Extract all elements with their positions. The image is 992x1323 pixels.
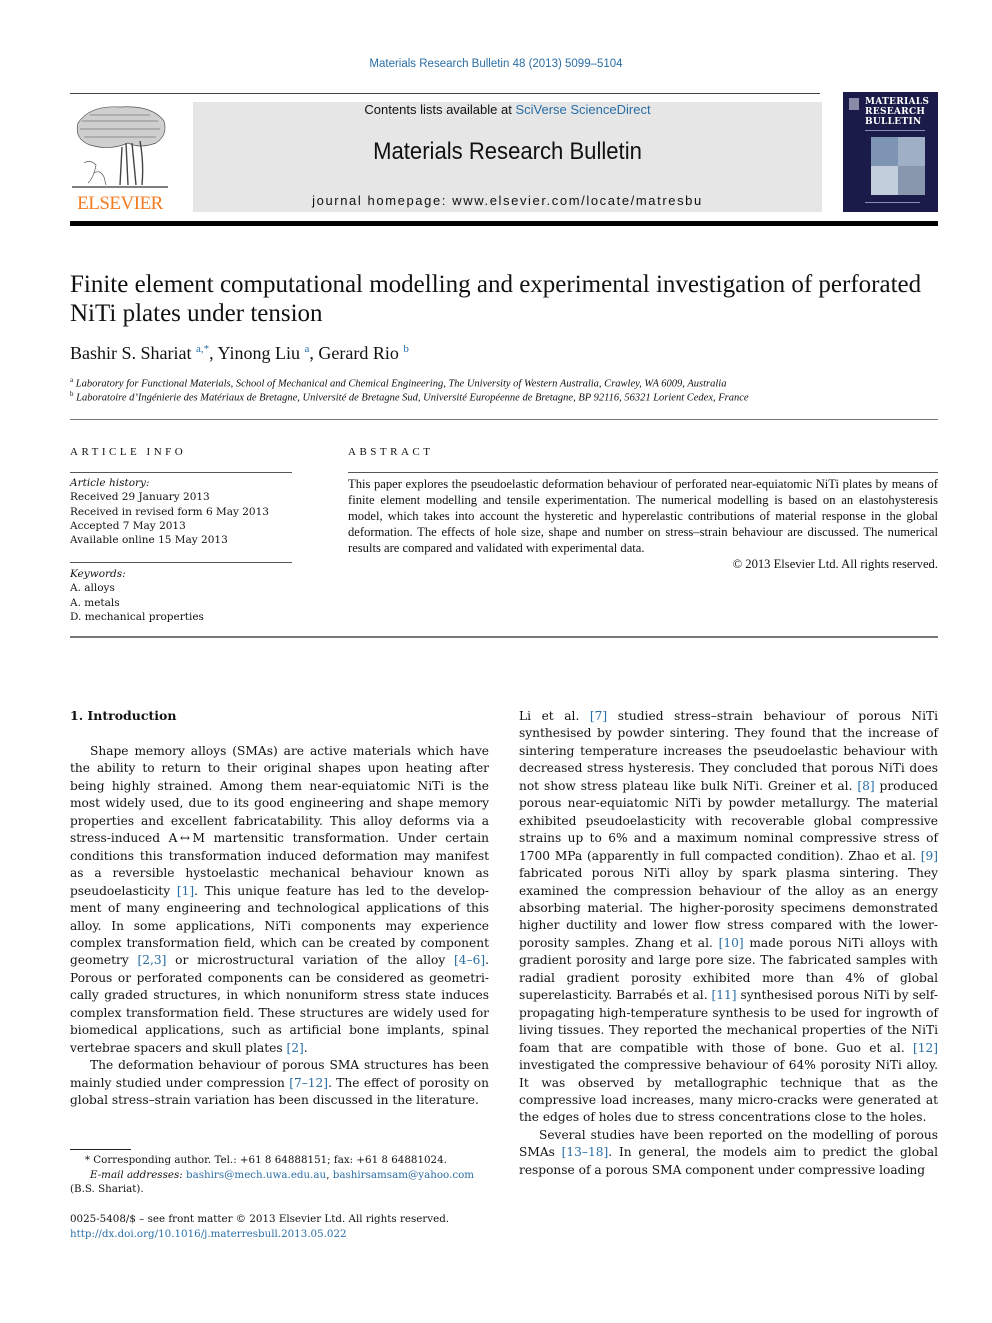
- citation-link[interactable]: [4–6]: [454, 953, 485, 967]
- author-affiliation-marker[interactable]: a: [305, 343, 310, 355]
- history-item: Accepted 7 May 2013: [70, 519, 186, 532]
- citation-link[interactable]: [11]: [712, 988, 737, 1002]
- homepage-label: journal homepage:: [312, 193, 453, 208]
- affiliation: a Laboratory for Functional Materials, S…: [70, 376, 726, 390]
- homepage-url-link[interactable]: www.elsevier.com/locate/matresbu: [452, 193, 703, 208]
- corresponding-author-text: Corresponding author. Tel.: +61 8 648881…: [93, 1154, 447, 1166]
- footnote-marker: *: [84, 1154, 90, 1166]
- history-item: Received in revised form 6 May 2013: [70, 505, 269, 518]
- article-title: Finite element computational modelling a…: [70, 271, 922, 327]
- author-name: Bashir S. Shariat: [70, 343, 192, 363]
- journal-cover-image: MATERIALS RESEARCH BULLETIN: [843, 92, 938, 212]
- keyword: D. mechanical properties: [70, 610, 204, 623]
- email-link[interactable]: bashirs@mech.uwa.edu.au: [186, 1169, 326, 1181]
- front-matter: 0025-5408/$ – see front matter © 2013 El…: [70, 1212, 500, 1241]
- divider: [70, 636, 938, 638]
- journal-title: Materials Research Bulletin: [373, 138, 642, 165]
- affiliation: b Laboratoire d’Ingénierie des Matériaux…: [70, 390, 749, 404]
- abstract-text: This paper explores the pseudoelastic de…: [348, 477, 938, 556]
- keywords: Keywords: A. alloys A. metals D. mechani…: [70, 567, 292, 624]
- keyword: A. metals: [70, 596, 120, 609]
- body-paragraph: Li et al. [7] studied stress–strain beha…: [519, 708, 938, 1127]
- elsevier-wordmark: ELSEVIER: [77, 193, 163, 214]
- contents-prefix: Contents lists available at: [364, 102, 516, 117]
- cover-title-line: MATERIALS: [865, 97, 930, 107]
- cover-emblem-icon: [849, 98, 859, 110]
- affiliation-text: Laboratoire d’Ingénierie des Matériaux d…: [76, 392, 749, 404]
- citation-link[interactable]: [2,3]: [138, 953, 167, 967]
- citation-link[interactable]: [2]: [286, 1041, 303, 1055]
- citation-link[interactable]: [7]: [590, 709, 607, 723]
- body-text: .: [303, 1040, 308, 1055]
- body-column-right: Li et al. [7] studied stress–strain beha…: [519, 708, 938, 1179]
- affiliation-key: a: [70, 376, 74, 384]
- contents-line: Contents lists available at SciVerse Sci…: [193, 102, 822, 117]
- citation-link[interactable]: [9]: [921, 849, 938, 863]
- divider: [70, 419, 938, 420]
- body-text: or microstructural variation of the allo…: [166, 953, 454, 968]
- citation-link[interactable]: [12]: [913, 1041, 938, 1055]
- issn-line: 0025-5408/$ – see front matter © 2013 El…: [70, 1213, 450, 1225]
- divider: [70, 472, 292, 473]
- article-info-heading: ARTICLE INFO: [70, 446, 187, 458]
- header-thick-rule: [70, 221, 938, 226]
- body-column-left: Shape memory alloys (SMAs) are active ma…: [70, 743, 489, 1110]
- affiliation-text: Laboratory for Functional Materials, Sch…: [75, 378, 727, 390]
- abstract-copyright: © 2013 Elsevier Ltd. All rights reserved…: [732, 557, 938, 571]
- article-history: Article history: Received 29 January 201…: [70, 476, 292, 547]
- body-paragraph: Several studies have been reported on th…: [519, 1127, 938, 1179]
- journal-reference-link[interactable]: Materials Research Bulletin 48 (2013) 50…: [0, 58, 992, 70]
- corresponding-author-footnote: * Corresponding author. Tel.: +61 8 6488…: [70, 1153, 500, 1197]
- header-top-rule: [70, 93, 820, 94]
- author-name: Yinong Liu: [217, 343, 300, 363]
- email-link[interactable]: bashirsamsam@yahoo.com: [333, 1169, 474, 1181]
- citation-link[interactable]: [8]: [857, 779, 874, 793]
- body-text: Shape memory alloys (SMAs) are active ma…: [70, 744, 489, 898]
- author-affiliation-marker[interactable]: b: [403, 343, 409, 355]
- cover-title-line: RESEARCH: [865, 107, 926, 117]
- cover-title: MATERIALS RESEARCH BULLETIN: [865, 97, 929, 127]
- keyword: A. alloys: [70, 582, 115, 595]
- sciencedirect-link[interactable]: SciVerse ScienceDirect: [515, 102, 650, 117]
- divider: [348, 472, 938, 473]
- citation-link[interactable]: [10]: [719, 936, 744, 950]
- article-history-label: Article history:: [70, 477, 150, 489]
- journal-homepage-line: journal homepage: www.elsevier.com/locat…: [193, 193, 822, 208]
- body-text: . Porous or perforated components can be…: [70, 953, 489, 1055]
- author-list: Bashir S. Shariat a,*, Yinong Liu a, Ger…: [70, 343, 409, 363]
- author-affiliation-marker[interactable]: a,*: [196, 343, 209, 355]
- keywords-label: Keywords:: [70, 568, 126, 580]
- body-paragraph: Shape memory alloys (SMAs) are active ma…: [70, 743, 489, 1057]
- cover-title-line: BULLETIN: [865, 117, 922, 127]
- abstract-heading: ABSTRACT: [348, 446, 434, 458]
- body-paragraph: The deformation behaviour of porous SMA …: [70, 1057, 489, 1109]
- cover-subtitle-line: [865, 130, 925, 131]
- citation-link[interactable]: [13–18]: [562, 1145, 609, 1159]
- footnote-owner: (B.S. Shariat).: [70, 1183, 144, 1195]
- citation-link[interactable]: [1]: [177, 884, 194, 898]
- history-item: Available online 15 May 2013: [70, 534, 228, 547]
- footnote-rule: [70, 1149, 131, 1150]
- affiliation-key: b: [70, 390, 74, 398]
- section-heading: 1. Introduction: [70, 708, 177, 723]
- divider: [70, 562, 292, 563]
- citation-link[interactable]: [7–12]: [289, 1076, 328, 1090]
- history-item: Received 29 January 2013: [70, 491, 210, 504]
- cover-micrograph: [871, 137, 925, 195]
- body-text: investigated the compressive behaviour o…: [519, 1058, 938, 1125]
- author-name: Gerard Rio: [318, 343, 399, 363]
- doi-link[interactable]: http://dx.doi.org/10.1016/j.materresbull…: [70, 1227, 500, 1242]
- body-text: Li et al.: [519, 709, 590, 723]
- email-label: E-mail addresses:: [90, 1168, 183, 1181]
- cover-footer-line: [865, 202, 920, 203]
